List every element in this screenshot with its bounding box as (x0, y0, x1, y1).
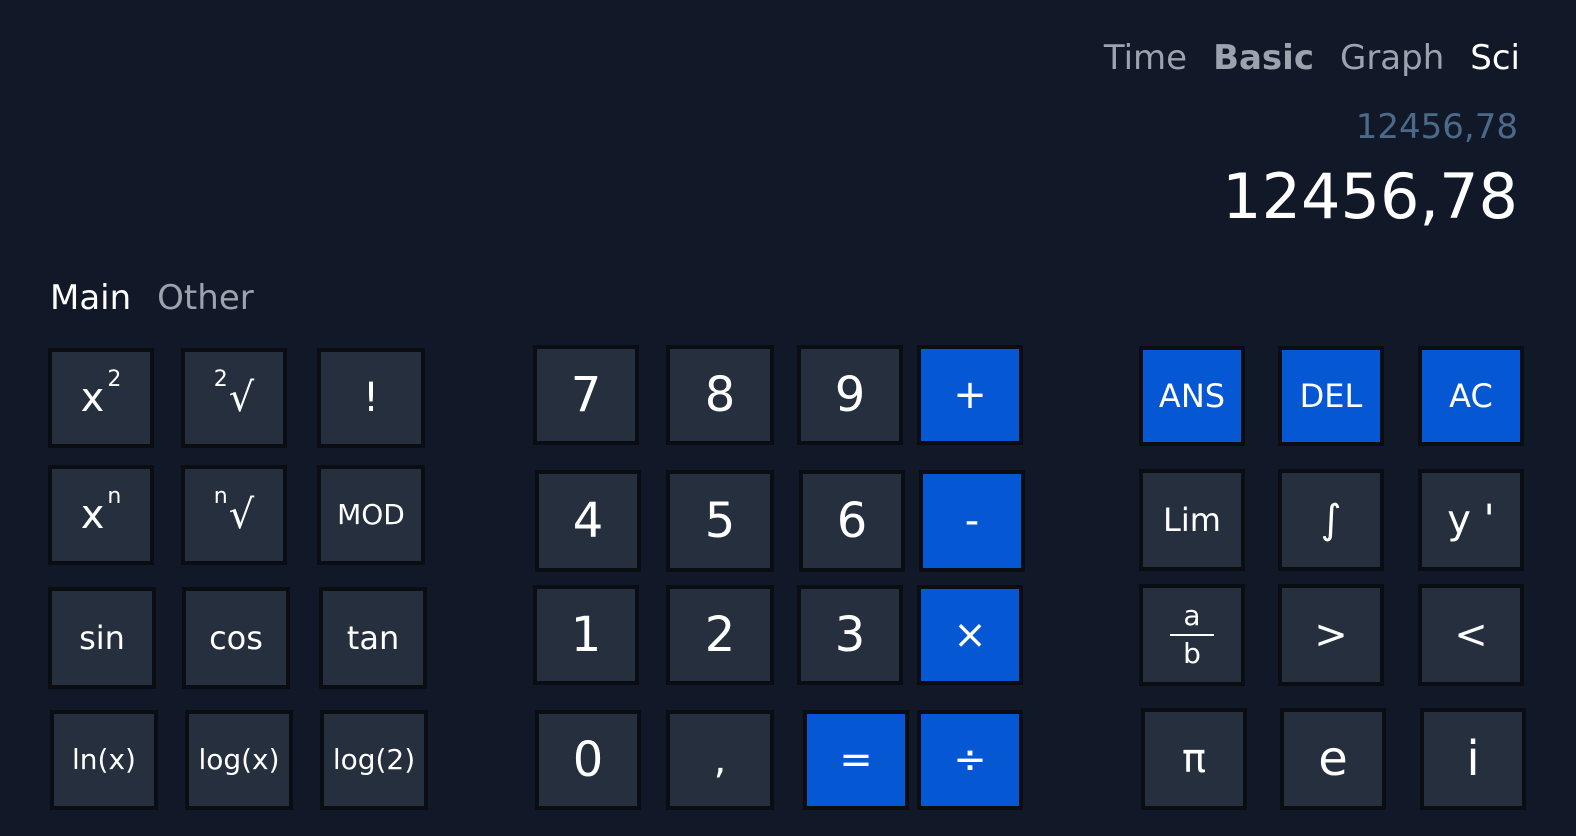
digit-9-label: 9 (834, 367, 866, 423)
minus-label: - (964, 498, 980, 544)
del-label: DEL (1299, 377, 1363, 415)
square-root-button[interactable]: 2 √ (181, 348, 287, 448)
multiply-label: × (953, 612, 987, 658)
fraction-denominator-label: b (1183, 637, 1201, 670)
power-base-label: x (80, 492, 105, 538)
tab-sci[interactable]: Sci (1470, 38, 1520, 78)
fraction-numerator-label: a (1183, 599, 1201, 632)
digit-5-label: 5 (704, 493, 736, 549)
digit-5-button[interactable]: 5 (666, 470, 774, 572)
lim-label: Lim (1163, 501, 1221, 539)
greater-than-button[interactable]: > (1278, 584, 1384, 686)
mod-button[interactable]: MOD (317, 465, 425, 565)
power-button[interactable]: xn (48, 465, 154, 565)
derivative-label: y ' (1447, 497, 1495, 543)
mod-label: MOD (337, 498, 405, 531)
pi-label: π (1181, 736, 1207, 782)
integral-button[interactable]: ∫ (1278, 469, 1384, 571)
equals-button[interactable]: = (803, 710, 909, 810)
power-exponent-label: n (107, 484, 122, 509)
digit-6-label: 6 (836, 493, 868, 549)
nth-root-button[interactable]: n √ (181, 465, 287, 565)
nroot-index-label: n (213, 484, 228, 509)
cos-button[interactable]: cos (182, 587, 290, 689)
tan-button[interactable]: tan (319, 587, 427, 689)
function-tabs: Main Other (50, 278, 254, 318)
digit-1-label: 1 (570, 607, 602, 663)
log2-label: log(2) (332, 743, 416, 776)
digit-4-button[interactable]: 4 (535, 470, 641, 572)
log-button[interactable]: log(x) (185, 710, 293, 810)
square-base-label: x (80, 375, 105, 421)
divide-label: ÷ (953, 737, 987, 783)
mode-tabs: Time Basic Graph Sci (1104, 38, 1520, 78)
tab-graph[interactable]: Graph (1340, 38, 1444, 78)
digit-7-label: 7 (570, 367, 602, 423)
digit-2-button[interactable]: 2 (666, 585, 774, 685)
factorial-label: ! (362, 375, 380, 421)
sin-label: sin (79, 619, 125, 657)
digit-4-label: 4 (572, 493, 604, 549)
tab-basic[interactable]: Basic (1213, 38, 1314, 78)
fraction-icon: a b (1170, 602, 1214, 668)
tab-time[interactable]: Time (1104, 38, 1187, 78)
tan-label: tan (346, 619, 400, 657)
multiply-button[interactable]: × (917, 585, 1023, 685)
expression-display: 12456,78 (1355, 107, 1518, 147)
integral-label: ∫ (1320, 497, 1342, 543)
ac-label: AC (1449, 377, 1493, 415)
digit-3-label: 3 (834, 607, 866, 663)
tab-main[interactable]: Main (50, 278, 131, 318)
digit-2-label: 2 (704, 607, 736, 663)
delete-button[interactable]: DEL (1278, 346, 1384, 446)
minus-button[interactable]: - (919, 470, 1025, 572)
digit-8-label: 8 (704, 367, 736, 423)
log2-button[interactable]: log(2) (320, 710, 428, 810)
comma-label: , (713, 737, 727, 783)
derivative-button[interactable]: y ' (1418, 469, 1524, 571)
digit-9-button[interactable]: 9 (797, 345, 903, 445)
fraction-button[interactable]: a b (1139, 584, 1245, 686)
less-label: < (1454, 612, 1488, 658)
digit-0-label: 0 (572, 732, 604, 788)
sin-button[interactable]: sin (48, 587, 156, 689)
ln-label: ln(x) (72, 743, 136, 776)
digit-7-button[interactable]: 7 (533, 345, 639, 445)
i-label: i (1466, 731, 1480, 787)
e-label: e (1318, 731, 1348, 787)
ans-button[interactable]: ANS (1139, 346, 1245, 446)
equals-label: = (839, 737, 873, 783)
cos-label: cos (209, 619, 263, 657)
greater-label: > (1314, 612, 1348, 658)
limit-button[interactable]: Lim (1139, 469, 1245, 571)
digit-1-button[interactable]: 1 (533, 585, 639, 685)
euler-button[interactable]: e (1280, 708, 1386, 810)
log-label: log(x) (198, 743, 280, 776)
plus-button[interactable]: + (917, 345, 1023, 445)
digit-6-button[interactable]: 6 (799, 470, 905, 572)
ans-label: ANS (1158, 377, 1226, 415)
result-display: 12456,78 (1222, 160, 1518, 233)
square-exponent-label: 2 (107, 367, 122, 392)
digit-0-button[interactable]: 0 (535, 710, 641, 810)
square-button[interactable]: x2 (48, 348, 154, 448)
fraction-bar (1170, 634, 1214, 636)
tab-other[interactable]: Other (157, 278, 254, 318)
imaginary-button[interactable]: i (1420, 708, 1526, 810)
less-than-button[interactable]: < (1418, 584, 1524, 686)
nroot-symbol-label: √ (228, 492, 255, 538)
digit-8-button[interactable]: 8 (666, 345, 774, 445)
digit-3-button[interactable]: 3 (797, 585, 903, 685)
all-clear-button[interactable]: AC (1418, 346, 1524, 446)
plus-label: + (953, 372, 987, 418)
factorial-button[interactable]: ! (317, 348, 425, 448)
comma-button[interactable]: , (666, 710, 774, 810)
sqrt-symbol-label: √ (228, 375, 255, 421)
sqrt-index-label: 2 (213, 367, 228, 392)
pi-button[interactable]: π (1141, 708, 1247, 810)
ln-button[interactable]: ln(x) (50, 710, 158, 810)
divide-button[interactable]: ÷ (917, 710, 1023, 810)
